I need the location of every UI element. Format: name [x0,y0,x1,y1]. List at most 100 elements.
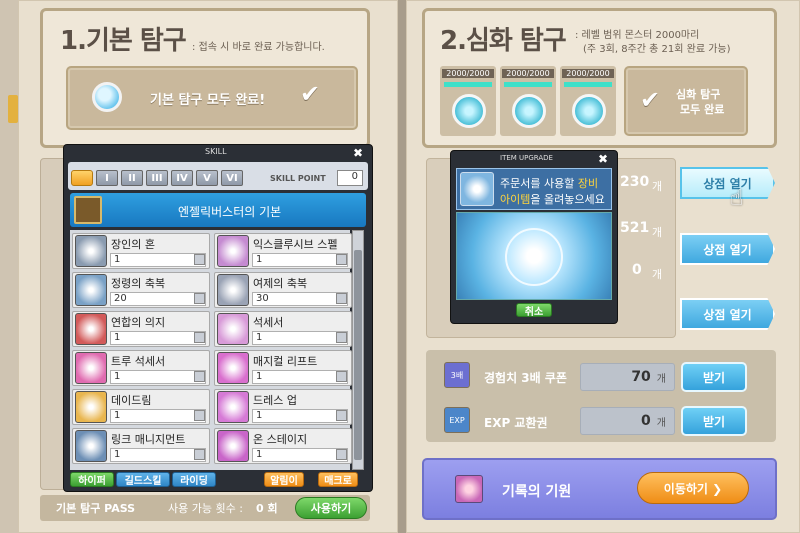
skill-point-value: 0 [337,170,363,186]
shop-unit-3: 개 [652,268,663,281]
item-count-box-2: 0개 [580,407,675,435]
advanced-complete-line2: 모두 완료 [680,103,725,116]
skill-row[interactable]: 링크 매니지먼트 1 [72,428,210,464]
skill-tab-6[interactable]: VI [221,170,243,186]
skill-level: 1 [252,409,348,423]
skill-icon[interactable] [217,430,249,462]
skill-up-button[interactable] [194,410,205,421]
progress-bar-fill-1 [444,82,492,87]
skill-row[interactable]: 매지컬 리프트 1 [214,350,352,386]
item-unit-1: 개 [656,373,666,385]
scroll-icon [460,172,494,206]
skill-up-button[interactable] [336,293,347,304]
skill-icon[interactable] [217,391,249,423]
skill-up-button[interactable] [194,371,205,382]
usable-count: 0 회 [256,502,278,515]
notifier-button[interactable]: 알림이 [264,472,304,487]
skill-row[interactable]: 석세서 1 [214,311,352,347]
left-edge-strip [0,0,18,533]
skill-row[interactable]: 드레스 업 1 [214,389,352,425]
skill-row[interactable]: 여제의 축복 30 [214,272,352,308]
macro-button[interactable]: 매크로 [318,472,358,487]
receive-button-1[interactable]: 받기 [681,362,747,392]
skill-row[interactable]: 장인의 혼 1 [72,233,210,269]
skill-name: 석세서 [253,316,284,329]
receive-button-2[interactable]: 받기 [681,406,747,436]
skill-up-button[interactable] [194,449,205,460]
skill-level: 1 [252,253,348,267]
progress-label-1: 2000/2000 [442,69,494,78]
skill-row[interactable]: 정령의 축복 20 [72,272,210,308]
skill-window-title: SKILL [205,147,227,156]
skill-icon[interactable] [217,313,249,345]
left-edge-tab[interactable] [8,95,18,123]
upgrade-close-icon[interactable]: ✖ [598,152,608,166]
upgrade-cancel-button[interactable]: 취소 [516,303,552,318]
item-count-2: 0 [641,413,651,429]
skill-row[interactable]: 트루 석세서 1 [72,350,210,386]
skill-name: 매지컬 리프트 [253,355,318,368]
exp-3x-coupon-icon-text: 3배 [450,370,464,380]
upgrade-instruction-2b: 을 올려놓으세요 [530,193,605,206]
skill-tab-1[interactable]: I [96,170,118,186]
riding-button[interactable]: 라이딩 [172,472,216,487]
skill-name: 정령의 축복 [111,277,166,290]
skill-tab-beginner[interactable] [71,170,93,186]
crystal-magnifier-icon-1 [452,94,486,128]
skill-level: 1 [110,409,206,423]
advanced-title: 2.심화 탐구 [440,26,567,56]
skill-level: 1 [252,448,348,462]
skill-up-button[interactable] [194,293,205,304]
upgrade-instruction-line1: 주문서를 사용할 장비 [500,175,598,191]
skill-up-button[interactable] [194,254,205,265]
skill-level: 1 [110,331,206,345]
open-shop-button-3[interactable]: 상점 열기 [680,298,775,330]
open-shop-button-1[interactable]: 상점 열기 [680,167,775,199]
upgrade-title: ITEM UPGRADE [500,154,553,162]
basic-title: 1.기본 탐구 [60,26,187,56]
skill-up-button[interactable] [336,410,347,421]
skill-level: 1 [252,331,348,345]
skill-row[interactable]: 데이드림 1 [72,389,210,425]
skill-name: 온 스테이지 [253,433,308,446]
skill-name: 장인의 혼 [111,238,155,251]
skill-up-button[interactable] [336,449,347,460]
guild-skill-button[interactable]: 길드스킬 [116,472,170,487]
skill-up-button[interactable] [336,332,347,343]
skill-icon[interactable] [75,235,107,267]
skill-row[interactable]: 익스클루시브 스펠 1 [214,233,352,269]
exp-voucher-icon-text: EXP [449,415,465,425]
skill-up-button[interactable] [194,332,205,343]
skill-icon[interactable] [217,235,249,267]
mouse-cursor-icon: ☝ [730,186,744,211]
use-button[interactable]: 사용하기 [295,497,367,519]
open-shop-button-2[interactable]: 상점 열기 [680,233,775,265]
move-button[interactable]: 이동하기 ❯ [637,472,749,504]
skill-icon[interactable] [217,352,249,384]
skill-icon[interactable] [217,274,249,306]
skill-row[interactable]: 연합의 의지 1 [72,311,210,347]
skill-tab-5[interactable]: V [196,170,218,186]
skill-icon[interactable] [75,274,107,306]
skill-tab-2[interactable]: II [121,170,143,186]
skill-tab-3[interactable]: III [146,170,168,186]
magnifier-icon [92,82,122,112]
skill-icon[interactable] [75,352,107,384]
progress-bar-fill-3 [564,82,612,87]
skill-up-button[interactable] [336,371,347,382]
skill-icon[interactable] [75,391,107,423]
hyper-skill-button[interactable]: 하이퍼 [70,472,114,487]
skill-name: 익스클루시브 스펠 [253,238,338,251]
skill-row[interactable]: 온 스테이지 1 [214,428,352,464]
skill-icon[interactable] [75,430,107,462]
advanced-check-icon: ✔ [640,86,661,114]
skill-up-button[interactable] [336,254,347,265]
center-divider [398,0,406,533]
shop-unit-1: 개 [652,180,663,193]
skill-close-icon[interactable]: ✖ [353,146,363,160]
skill-tab-4[interactable]: IV [171,170,193,186]
shop-count-1: 230 [620,174,650,190]
skill-scrollbar-thumb[interactable] [354,250,362,460]
skill-icon[interactable] [75,313,107,345]
job-name: 엔젤릭버스터의 기본 [178,205,282,219]
